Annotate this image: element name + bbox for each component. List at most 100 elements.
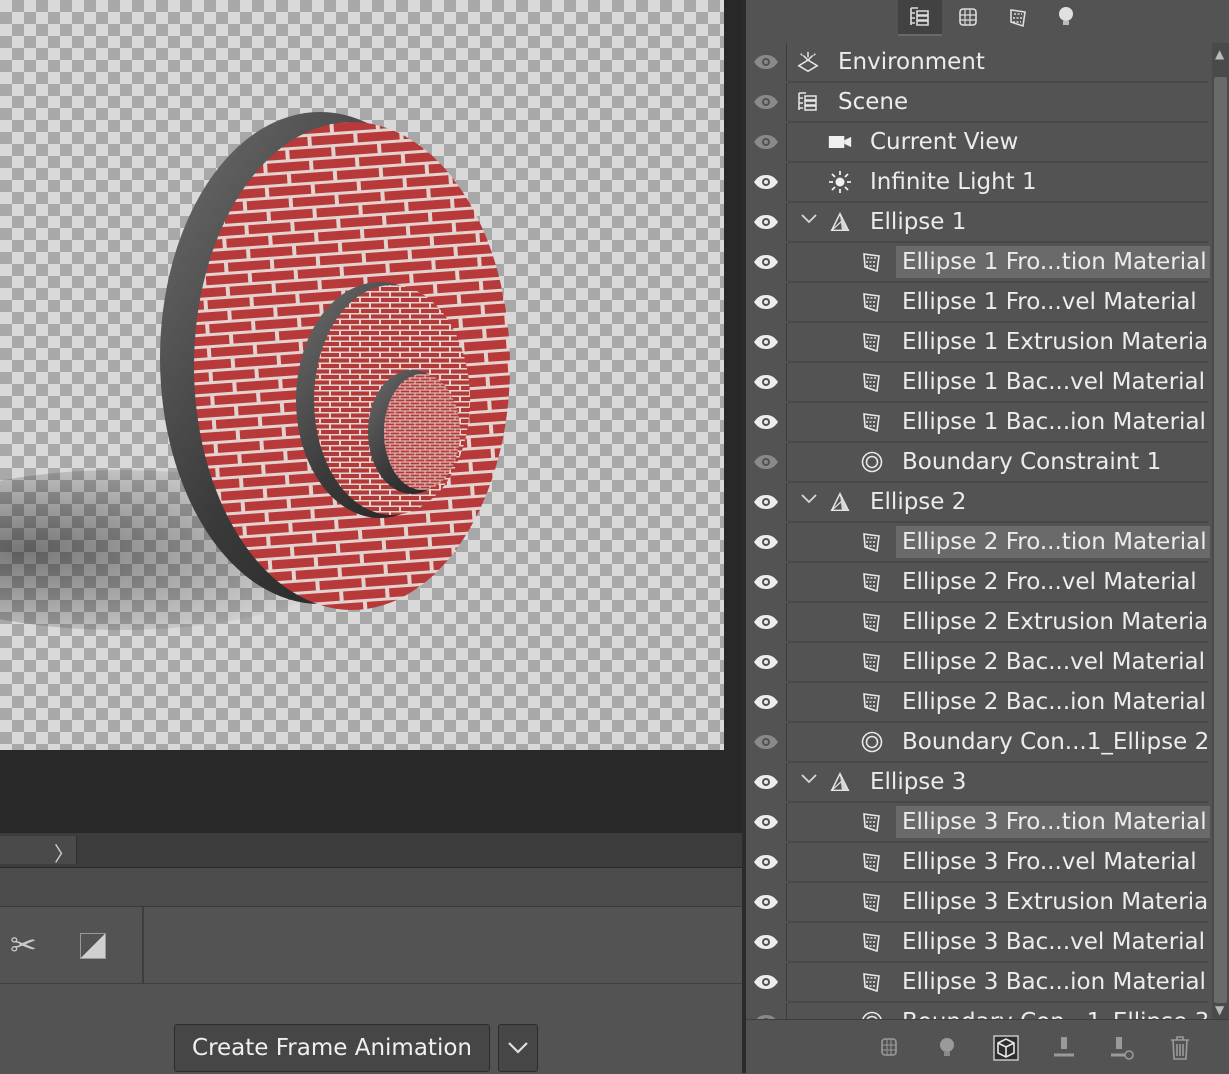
transition-icon[interactable]: [80, 933, 106, 959]
layer-row-content[interactable]: Boundary Con...1_Ellipse 2: [788, 723, 1209, 763]
scrollbar-thumb[interactable]: [1214, 77, 1227, 1003]
visibility-eye-icon[interactable]: [746, 363, 787, 401]
disclosure-chevron-icon[interactable]: [800, 491, 818, 510]
visibility-eye-icon[interactable]: [746, 323, 787, 361]
create-frame-animation-button[interactable]: Create Frame Animation: [174, 1024, 490, 1072]
drop-to-ground-icon[interactable]: [1050, 1034, 1078, 1062]
layer-row[interactable]: Ellipse 1 Fro...vel Material: [746, 283, 1210, 323]
layer-row-content[interactable]: Ellipse 2 Fro...tion Material: [788, 523, 1210, 563]
visibility-eye-icon[interactable]: [746, 923, 787, 961]
canvas-viewport[interactable]: [0, 0, 724, 750]
chevron-right-icon[interactable]: 〉: [54, 838, 74, 867]
layer-row[interactable]: Ellipse 3 Bac...vel Material: [746, 923, 1210, 963]
visibility-eye-icon[interactable]: [746, 163, 787, 201]
layer-row-content[interactable]: Boundary Constraint 1: [788, 443, 1208, 483]
layer-row[interactable]: Boundary Constraint 1: [746, 443, 1210, 483]
disclosure-chevron-icon[interactable]: [800, 771, 818, 790]
meshes-tab-icon[interactable]: [946, 0, 990, 34]
visibility-eye-icon[interactable]: [746, 83, 787, 121]
materials-tab-icon[interactable]: [996, 0, 1040, 34]
layer-row[interactable]: Boundary Con...1_Ellipse 2: [746, 723, 1210, 763]
visibility-eye-icon[interactable]: [746, 43, 787, 81]
layer-row-content[interactable]: Environment: [788, 43, 1208, 83]
visibility-eye-icon[interactable]: [746, 843, 787, 881]
layer-label: Ellipse 1 Fro...tion Material: [896, 246, 1210, 278]
layer-row[interactable]: Ellipse 1: [746, 203, 1210, 243]
visibility-eye-icon[interactable]: [746, 723, 787, 761]
layer-row[interactable]: Ellipse 1 Bac...ion Material: [746, 403, 1210, 443]
layer-row-content[interactable]: Current View: [788, 123, 1208, 163]
layer-row[interactable]: Ellipse 1 Fro...tion Material: [746, 243, 1210, 283]
material-icon: [860, 930, 884, 954]
layer-row[interactable]: Ellipse 2 Bac...vel Material: [746, 643, 1210, 683]
visibility-eye-icon[interactable]: [746, 963, 787, 1001]
visibility-eye-icon[interactable]: [746, 803, 787, 841]
visibility-eye-icon[interactable]: [746, 523, 787, 561]
layer-row[interactable]: Ellipse 1 Bac...vel Material: [746, 363, 1210, 403]
toolbar-divider: [142, 907, 144, 983]
layer-row-content[interactable]: Ellipse 3 Bac...vel Material: [788, 923, 1208, 963]
visibility-eye-icon[interactable]: [746, 643, 787, 681]
visibility-eye-icon[interactable]: [746, 243, 787, 281]
layer-row[interactable]: Ellipse 2 Fro...vel Material: [746, 563, 1210, 603]
lights-tab-icon[interactable]: [1044, 0, 1088, 34]
layer-row[interactable]: Ellipse 3 Extrusion Material: [746, 883, 1210, 923]
delete-icon[interactable]: [1166, 1034, 1194, 1062]
layer-row-content[interactable]: Ellipse 3 Extrusion Material: [788, 883, 1210, 923]
layer-row-content[interactable]: Ellipse 2 Bac...ion Material: [788, 683, 1208, 723]
layer-row-content[interactable]: Ellipse 2 Fro...vel Material: [788, 563, 1208, 603]
layer-row[interactable]: Ellipse 3 Bac...ion Material: [746, 963, 1210, 1003]
layer-row[interactable]: Ellipse 3: [746, 763, 1210, 803]
animation-type-dropdown[interactable]: [498, 1024, 538, 1072]
visibility-eye-icon[interactable]: [746, 203, 787, 241]
visibility-eye-icon[interactable]: [746, 403, 787, 441]
render-icon[interactable]: [992, 1034, 1020, 1062]
layer-row-content[interactable]: Ellipse 1 Fro...vel Material: [788, 283, 1208, 323]
visibility-eye-icon[interactable]: [746, 763, 787, 801]
disclosure-chevron-icon[interactable]: [800, 211, 818, 230]
layer-row-content[interactable]: Ellipse 2 Bac...vel Material: [788, 643, 1208, 683]
layer-row-content[interactable]: Ellipse 2 Extrusion Material: [788, 603, 1210, 643]
layer-row[interactable]: Ellipse 3 Fro...vel Material: [746, 843, 1210, 883]
visibility-eye-icon[interactable]: [746, 603, 787, 641]
layer-list-scrollbar[interactable]: ▲ ▼: [1212, 43, 1229, 1021]
layer-row-content[interactable]: Infinite Light 1: [788, 163, 1208, 203]
layer-row-content[interactable]: Ellipse 3 Bac...ion Material: [788, 963, 1208, 1003]
new-mesh-icon[interactable]: [876, 1034, 904, 1062]
layer-row-content[interactable]: Ellipse 1 Bac...vel Material: [788, 363, 1208, 403]
visibility-eye-icon[interactable]: [746, 123, 787, 161]
visibility-eye-icon[interactable]: [746, 483, 787, 521]
layer-row[interactable]: Ellipse 3 Fro...tion Material: [746, 803, 1210, 843]
layer-row[interactable]: Current View: [746, 123, 1210, 163]
layer-row-content[interactable]: Ellipse 1 Extrusion Material: [788, 323, 1210, 363]
layer-row[interactable]: Ellipse 2 Bac...ion Material: [746, 683, 1210, 723]
scroll-up-icon[interactable]: ▲: [1215, 47, 1224, 61]
layer-row-content[interactable]: Ellipse 1 Fro...tion Material: [788, 243, 1210, 283]
layer-row-content[interactable]: Ellipse 3 Fro...tion Material: [788, 803, 1210, 843]
layer-row[interactable]: Scene: [746, 83, 1210, 123]
visibility-eye-icon[interactable]: [746, 883, 787, 921]
chevron-down-icon: [508, 1042, 528, 1054]
layer-row[interactable]: Ellipse 2 Fro...tion Material: [746, 523, 1210, 563]
scene-tab-icon[interactable]: [898, 0, 942, 36]
layer-row[interactable]: Ellipse 2 Extrusion Material: [746, 603, 1210, 643]
visibility-eye-icon[interactable]: [746, 283, 787, 321]
scroll-down-icon[interactable]: ▼: [1215, 1003, 1224, 1017]
layer-row-content[interactable]: Ellipse 3: [788, 763, 1208, 803]
visibility-eye-icon[interactable]: [746, 683, 787, 721]
visibility-eye-icon[interactable]: [746, 563, 787, 601]
layer-row[interactable]: Ellipse 1 Extrusion Material: [746, 323, 1210, 363]
new-light-icon[interactable]: [934, 1034, 962, 1062]
scissors-icon[interactable]: ✂: [10, 925, 37, 965]
layer-row[interactable]: Environment: [746, 43, 1210, 83]
visibility-eye-icon[interactable]: [746, 443, 787, 481]
layer-row-content[interactable]: Ellipse 1 Bac...ion Material: [788, 403, 1208, 443]
layer-row[interactable]: Infinite Light 1: [746, 163, 1210, 203]
layer-row-content[interactable]: Ellipse 3 Fro...vel Material: [788, 843, 1208, 883]
layer-row-content[interactable]: Ellipse 1: [788, 203, 1208, 243]
layer-row[interactable]: Ellipse 2: [746, 483, 1210, 523]
add-constraint-icon[interactable]: [1108, 1034, 1136, 1062]
layer-row-content[interactable]: Scene: [788, 83, 1208, 123]
layer-row-content[interactable]: Ellipse 2: [788, 483, 1208, 523]
timeline-scrollbar[interactable]: 〉: [0, 833, 742, 868]
